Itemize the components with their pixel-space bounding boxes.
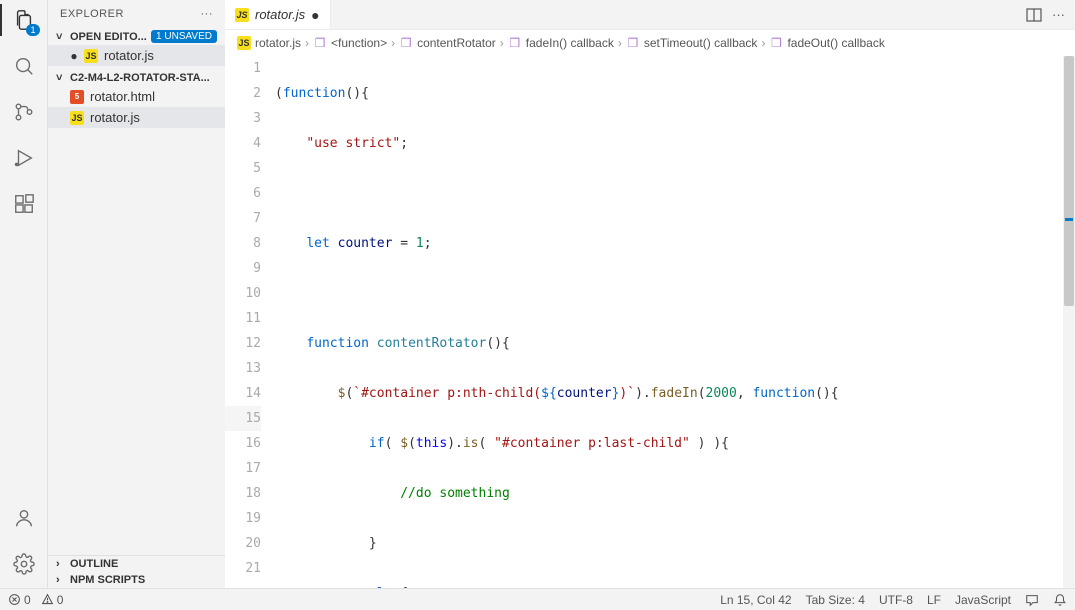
chevron-right-icon: › bbox=[618, 36, 622, 50]
breadcrumb-item[interactable]: ❒fadeOut() callback bbox=[769, 36, 884, 50]
sidebar: EXPLORER ··· ˅ OPEN EDITO... 1 UNSAVED ●… bbox=[48, 0, 225, 588]
chevron-right-icon: › bbox=[56, 574, 68, 586]
unsaved-badge: 1 UNSAVED bbox=[151, 30, 217, 43]
explorer-title: EXPLORER bbox=[60, 8, 124, 20]
status-bar: 0 0 Ln 15, Col 42 Tab Size: 4 UTF-8 LF J… bbox=[0, 588, 1075, 610]
chevron-down-icon: ˅ bbox=[56, 72, 68, 84]
code-content[interactable]: (function(){ "use strict"; let counter =… bbox=[275, 56, 1075, 588]
file-tree-item[interactable]: 5 rotator.html bbox=[48, 86, 225, 107]
symbol-icon: ❒ bbox=[508, 36, 522, 50]
status-encoding[interactable]: UTF-8 bbox=[879, 593, 913, 607]
open-editor-item[interactable]: ● JS rotator.js bbox=[48, 45, 225, 66]
symbol-icon: ❒ bbox=[769, 36, 783, 50]
search-icon[interactable] bbox=[10, 52, 38, 80]
extensions-icon[interactable] bbox=[10, 190, 38, 218]
more-actions-icon[interactable]: ··· bbox=[1052, 7, 1065, 23]
breadcrumb-item[interactable]: ❒contentRotator bbox=[399, 36, 496, 50]
tabs-row: JS rotator.js ● ··· bbox=[225, 0, 1075, 30]
js-file-icon: JS bbox=[84, 49, 98, 63]
activity-bar: 1 bbox=[0, 0, 48, 588]
outline-header[interactable]: › OUTLINE bbox=[48, 556, 225, 572]
editor-area: JS rotator.js ● ··· JSrotator.js › ❒<fun… bbox=[225, 0, 1075, 588]
code-editor[interactable]: 123456789101112131415161718192021 (funct… bbox=[225, 56, 1075, 588]
npm-scripts-header[interactable]: › NPM SCRIPTS bbox=[48, 572, 225, 588]
explorer-more-icon[interactable]: ··· bbox=[201, 8, 214, 20]
chevron-right-icon: › bbox=[761, 36, 765, 50]
status-language[interactable]: JavaScript bbox=[955, 593, 1011, 607]
breadcrumb-item[interactable]: ❒setTimeout() callback bbox=[626, 36, 758, 50]
account-icon[interactable] bbox=[10, 504, 38, 532]
status-feedback-icon[interactable] bbox=[1025, 593, 1039, 607]
editor-tab[interactable]: JS rotator.js ● bbox=[225, 0, 331, 29]
explorer-badge: 1 bbox=[26, 24, 39, 36]
scrollbar-thumb[interactable] bbox=[1064, 56, 1074, 306]
scroll-marker bbox=[1065, 218, 1073, 221]
open-editors-header[interactable]: ˅ OPEN EDITO... 1 UNSAVED bbox=[48, 28, 225, 45]
js-file-icon: JS bbox=[235, 8, 249, 22]
symbol-icon: ❒ bbox=[626, 36, 640, 50]
symbol-icon: ❒ bbox=[313, 36, 327, 50]
js-file-icon: JS bbox=[237, 36, 251, 50]
chevron-right-icon: › bbox=[56, 558, 68, 570]
html-file-icon: 5 bbox=[70, 90, 84, 104]
status-errors[interactable]: 0 bbox=[8, 593, 31, 607]
modified-dot-icon: ● bbox=[70, 52, 78, 60]
status-tab-size[interactable]: Tab Size: 4 bbox=[806, 593, 865, 607]
status-warnings[interactable]: 0 bbox=[41, 593, 64, 607]
chevron-right-icon: › bbox=[500, 36, 504, 50]
file-label: rotator.js bbox=[90, 110, 140, 125]
split-editor-icon[interactable] bbox=[1026, 7, 1042, 23]
status-eol[interactable]: LF bbox=[927, 593, 941, 607]
breadcrumb: JSrotator.js › ❒<function> › ❒contentRot… bbox=[225, 30, 1075, 56]
line-gutter: 123456789101112131415161718192021 bbox=[225, 56, 275, 588]
file-label: rotator.js bbox=[104, 48, 154, 63]
symbol-icon: ❒ bbox=[399, 36, 413, 50]
status-bell-icon[interactable] bbox=[1053, 593, 1067, 607]
tab-label: rotator.js bbox=[255, 7, 305, 22]
explorer-icon[interactable]: 1 bbox=[10, 6, 38, 34]
chevron-down-icon: ˅ bbox=[56, 31, 68, 43]
vertical-scrollbar[interactable] bbox=[1063, 56, 1075, 588]
settings-icon[interactable] bbox=[10, 550, 38, 578]
breadcrumb-item[interactable]: ❒<function> bbox=[313, 36, 387, 50]
chevron-right-icon: › bbox=[391, 36, 395, 50]
breadcrumb-item[interactable]: ❒fadeIn() callback bbox=[508, 36, 614, 50]
breadcrumb-item[interactable]: JSrotator.js bbox=[237, 36, 301, 50]
file-tree-item[interactable]: JS rotator.js bbox=[48, 107, 225, 128]
js-file-icon: JS bbox=[70, 111, 84, 125]
source-control-icon[interactable] bbox=[10, 98, 38, 126]
folder-header[interactable]: ˅ C2-M4-L2-ROTATOR-STA... bbox=[48, 70, 225, 86]
modified-dot-icon: ● bbox=[311, 7, 319, 23]
file-label: rotator.html bbox=[90, 89, 155, 104]
run-debug-icon[interactable] bbox=[10, 144, 38, 172]
status-cursor-position[interactable]: Ln 15, Col 42 bbox=[720, 593, 791, 607]
chevron-right-icon: › bbox=[305, 36, 309, 50]
